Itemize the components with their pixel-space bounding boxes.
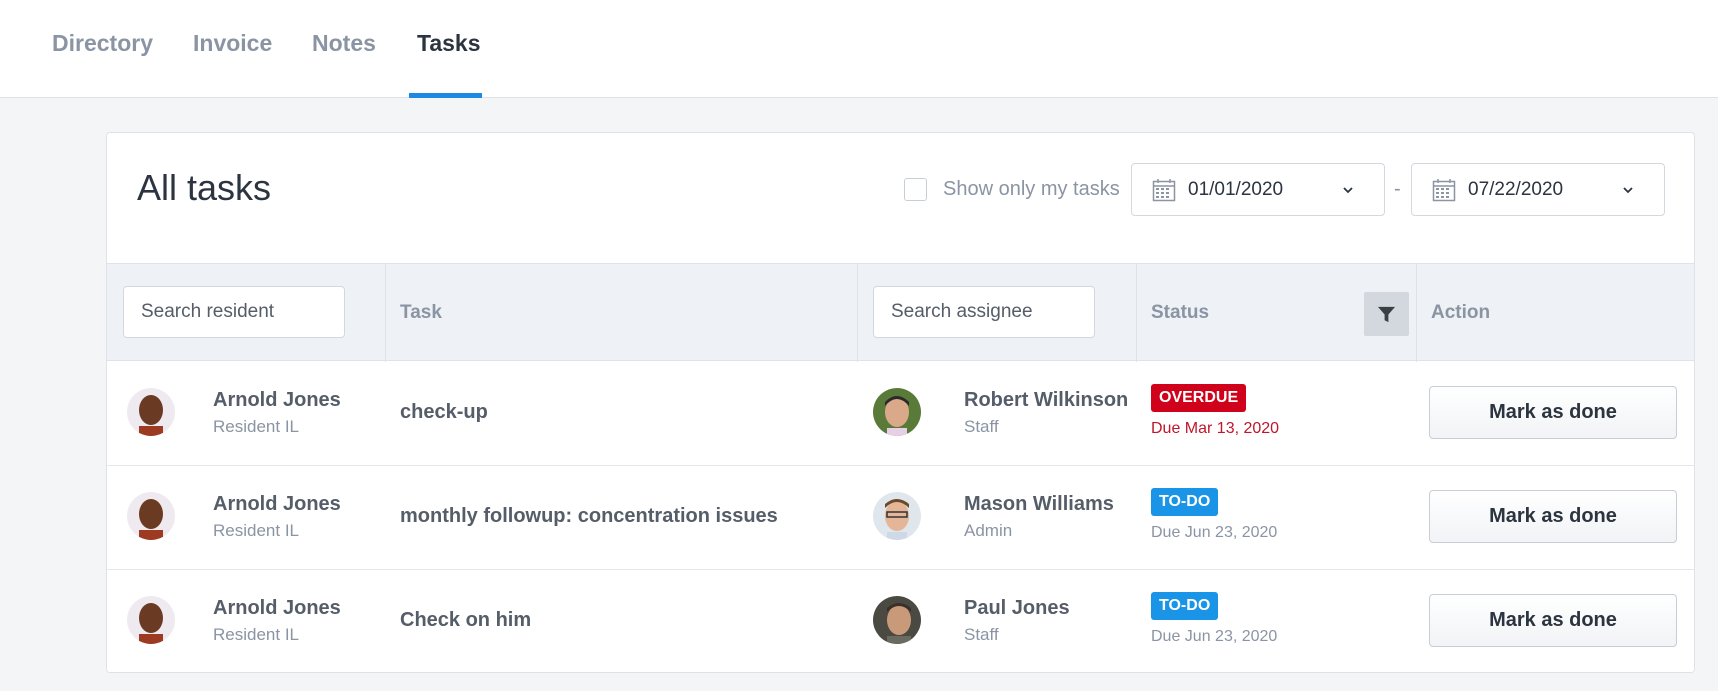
table-row: Arnold Jones Resident IL Check on him Pa… [107, 570, 1694, 672]
assignee-role: Admin [964, 521, 1013, 540]
assignee-name: Robert Wilkinson [964, 389, 1129, 411]
table-header: Task Status Action [107, 263, 1694, 362]
assignee-name: Paul Jones [964, 597, 1070, 619]
avatar [873, 492, 921, 540]
due-date: Due Jun 23, 2020 [1151, 524, 1278, 541]
avatar [873, 388, 921, 436]
mark-as-done-button[interactable]: Mark as done [1429, 594, 1677, 647]
mark-as-done-button[interactable]: Mark as done [1429, 490, 1677, 543]
status-badge: TO-DO [1151, 488, 1219, 516]
column-header-task: Task [400, 302, 442, 323]
active-tab-indicator [409, 93, 482, 98]
due-date: Due Jun 23, 2020 [1151, 628, 1278, 645]
status-badge: OVERDUE [1151, 384, 1247, 412]
task-text: check-up [400, 401, 488, 423]
avatar [873, 596, 921, 644]
date-to-value: 07/22/2020 [1468, 179, 1564, 200]
page-title: All tasks [137, 167, 272, 208]
show-mine-checkbox[interactable] [904, 178, 927, 201]
resident-name: Arnold Jones [213, 493, 341, 515]
column-divider [857, 264, 858, 362]
date-separator: - [1394, 178, 1401, 200]
calendar-icon [1152, 179, 1176, 202]
tab-notes[interactable]: Notes [312, 30, 376, 57]
resident-name: Arnold Jones [213, 389, 341, 411]
table-row: Arnold Jones Resident IL check-up Robert… [107, 362, 1694, 466]
avatar [127, 388, 175, 436]
mark-as-done-button[interactable]: Mark as done [1429, 386, 1677, 439]
table-row: Arnold Jones Resident IL monthly followu… [107, 466, 1694, 570]
date-to-picker[interactable]: 07/22/2020 [1411, 163, 1665, 216]
task-text: Check on him [400, 609, 532, 631]
top-nav: Directory Invoice Notes Tasks [0, 0, 1718, 98]
date-from-picker[interactable]: 01/01/2020 [1131, 163, 1385, 216]
search-assignee-input[interactable] [873, 286, 1095, 338]
status-filter-button[interactable] [1364, 292, 1409, 336]
assignee-role: Staff [964, 417, 999, 436]
task-text: monthly followup: concentration issues [400, 505, 778, 527]
due-date: Due Mar 13, 2020 [1151, 420, 1280, 437]
chevron-down-icon [1343, 187, 1353, 194]
chevron-down-icon [1623, 187, 1633, 194]
tab-directory[interactable]: Directory [52, 30, 153, 57]
tab-tasks[interactable]: Tasks [417, 30, 481, 57]
avatar [127, 596, 175, 644]
column-header-status: Status [1151, 302, 1210, 323]
column-divider [1136, 264, 1137, 362]
tab-invoice[interactable]: Invoice [193, 30, 272, 57]
resident-role: Resident IL [213, 521, 299, 540]
search-resident-input[interactable] [123, 286, 345, 338]
resident-name: Arnold Jones [213, 597, 341, 619]
status-badge: TO-DO [1151, 592, 1219, 620]
resident-role: Resident IL [213, 625, 299, 644]
tasks-card: All tasks Show only my tasks 01/01/2020 … [106, 132, 1695, 673]
assignee-name: Mason Williams [964, 493, 1114, 515]
calendar-icon [1432, 179, 1456, 202]
column-divider [1416, 264, 1417, 362]
date-from-value: 01/01/2020 [1188, 179, 1284, 200]
resident-role: Resident IL [213, 417, 299, 436]
filter-icon [1377, 306, 1396, 323]
assignee-role: Staff [964, 625, 999, 644]
show-mine-label[interactable]: Show only my tasks [943, 178, 1120, 201]
column-header-action: Action [1431, 302, 1491, 323]
avatar [127, 492, 175, 540]
column-divider [385, 264, 386, 362]
